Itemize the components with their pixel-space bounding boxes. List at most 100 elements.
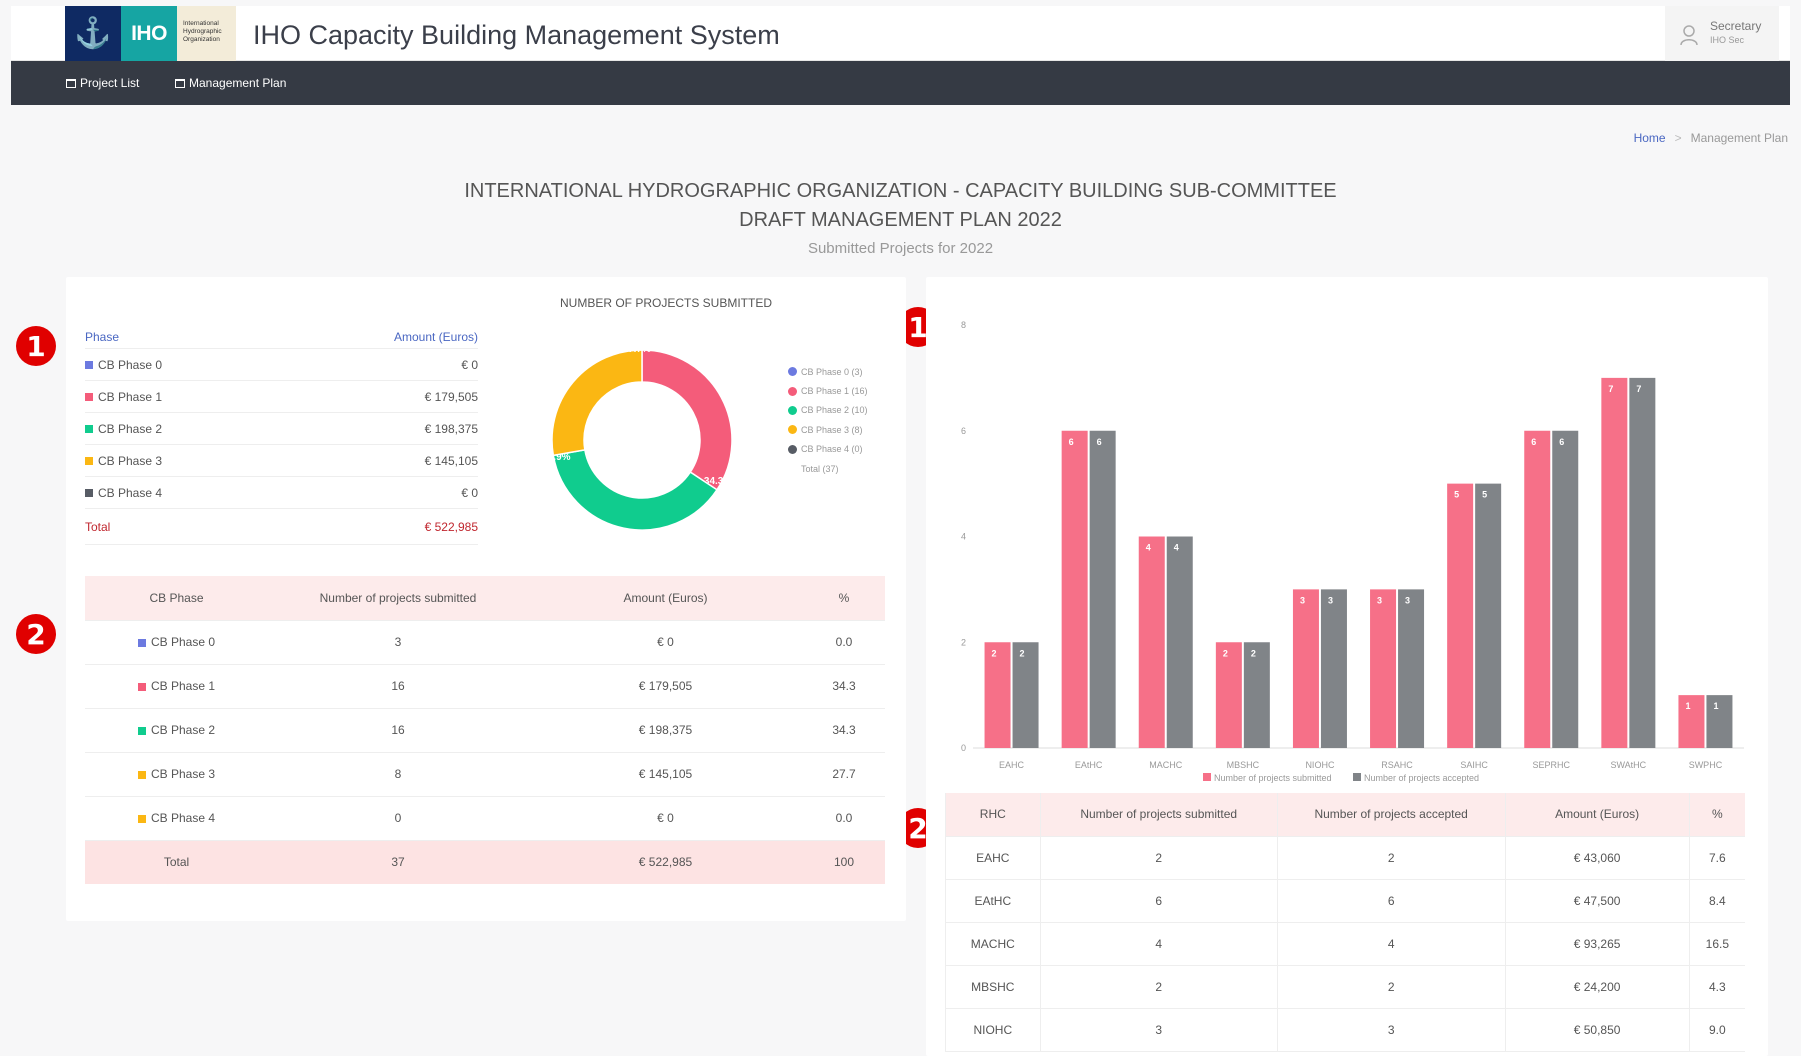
donut-slice[interactable] bbox=[551, 349, 643, 457]
iho-logo[interactable]: ⚓ IHO International Hydrographic Organiz… bbox=[65, 6, 236, 61]
phase-color-swatch bbox=[137, 682, 146, 691]
donut-chart: 34.3%37.9%27.7% bbox=[544, 344, 733, 531]
phase-color-swatch bbox=[85, 361, 93, 370]
bar-value-label: 2 bbox=[992, 648, 997, 658]
bar-accepted[interactable] bbox=[1089, 430, 1116, 748]
annotation-marker-1: 1 bbox=[16, 326, 56, 366]
user-menu[interactable]: Secretary IHO Sec bbox=[1665, 6, 1779, 61]
bar-value-label: 1 bbox=[1685, 701, 1690, 711]
total-cell: Total bbox=[85, 840, 268, 884]
rhc-pct-cell: 9.0 bbox=[1689, 1008, 1745, 1052]
bar-value-label: 6 bbox=[1559, 437, 1564, 447]
bar-submitted[interactable] bbox=[1292, 589, 1319, 748]
breadcrumb-home[interactable]: Home bbox=[1634, 131, 1666, 145]
x-tick-label: EAtHC bbox=[1075, 760, 1103, 770]
amount-cell: € 0 bbox=[528, 620, 803, 665]
rhc-rhc-cell: EAHC bbox=[945, 836, 1041, 880]
legend-item[interactable]: CB Phase 2 (10) bbox=[788, 401, 868, 420]
x-tick-label: SEPRHC bbox=[1532, 760, 1570, 770]
legend-item[interactable]: CB Phase 4 (0) bbox=[788, 440, 868, 459]
legend-item[interactable]: CB Phase 1 (16) bbox=[788, 381, 868, 400]
rhc-table-header: RHC bbox=[945, 793, 1041, 837]
bar-accepted[interactable] bbox=[1475, 483, 1502, 748]
bar-submitted[interactable] bbox=[1678, 695, 1705, 748]
calendar-icon bbox=[175, 78, 185, 88]
phase-table-header: Amount (Euros) bbox=[528, 576, 803, 621]
bar-value-label: 4 bbox=[1174, 543, 1179, 553]
bar-accepted[interactable] bbox=[1166, 536, 1193, 749]
page-caption: Submitted Projects for 2022 bbox=[807, 240, 994, 257]
bar-submitted[interactable] bbox=[1370, 589, 1397, 748]
bar-accepted[interactable] bbox=[1320, 589, 1347, 748]
phase-list-row: CB Phase 4 € 0 bbox=[85, 477, 478, 509]
y-tick-label: 2 bbox=[961, 637, 966, 647]
bar-accepted[interactable] bbox=[1012, 642, 1039, 748]
total-cell: € 522,985 bbox=[528, 840, 803, 884]
x-tick-label: MBSHC bbox=[1227, 760, 1260, 770]
donut-chart-title: NUMBER OF PROJECTS SUBMITTED bbox=[559, 296, 772, 310]
nav-project-list[interactable]: Project List bbox=[66, 61, 139, 105]
table-total-row: Total 37 € 522,985 100 bbox=[85, 840, 885, 884]
phase-list-label: CB Phase 2 bbox=[85, 422, 162, 436]
total-cell: 100 bbox=[803, 840, 885, 884]
bar-submitted[interactable] bbox=[1061, 430, 1088, 748]
bar-value-label: 3 bbox=[1300, 595, 1305, 605]
nav-management-plan[interactable]: Management Plan bbox=[175, 61, 286, 105]
table-row: CB Phase 1 16 € 179,505 34.3 bbox=[85, 664, 885, 709]
bar-value-label: 2 bbox=[1020, 648, 1025, 658]
breadcrumb: Home > Management Plan bbox=[1634, 131, 1788, 145]
donut-slice[interactable] bbox=[641, 349, 733, 491]
phase-list-label: CB Phase 3 bbox=[85, 454, 162, 468]
y-tick-label: 6 bbox=[961, 426, 966, 436]
legend-item[interactable]: CB Phase 0 (3) bbox=[788, 362, 868, 381]
bar-submitted[interactable] bbox=[1601, 377, 1628, 748]
bar-value-label: 3 bbox=[1328, 595, 1333, 605]
phase-cell: CB Phase 3 bbox=[85, 752, 268, 797]
phase-list-amount: € 0 bbox=[461, 485, 478, 500]
phase-list-row: CB Phase 3 € 145,105 bbox=[85, 445, 478, 477]
count-cell: 3 bbox=[268, 620, 528, 665]
rhc-rhc-cell: MACHC bbox=[945, 922, 1041, 966]
legend-item[interactable]: CB Phase 3 (8) bbox=[788, 420, 868, 439]
bar-accepted[interactable] bbox=[1398, 589, 1425, 748]
bar-value-label: 5 bbox=[1454, 490, 1459, 500]
percent-cell: 0.0 bbox=[803, 796, 885, 841]
rhc-table: RHC Number of projects submitted Number of… bbox=[945, 793, 1745, 1052]
bar-submitted[interactable] bbox=[984, 642, 1011, 748]
rhc-rhc-cell: MBSHC bbox=[945, 965, 1041, 1009]
phase-list-amount: € 0 bbox=[461, 357, 478, 372]
bar-submitted[interactable] bbox=[1447, 483, 1474, 748]
bar-value-label: 4 bbox=[1146, 543, 1151, 553]
rhc-submitted-cell: 6 bbox=[1040, 879, 1278, 923]
bar-accepted[interactable] bbox=[1706, 695, 1733, 748]
table-row: EAHC 2 2 € 43,060 7.6 bbox=[945, 836, 1745, 880]
donut-slice[interactable] bbox=[552, 449, 719, 531]
bar-submitted[interactable] bbox=[1138, 536, 1165, 749]
amount-cell: € 145,105 bbox=[528, 752, 803, 797]
bar-accepted[interactable] bbox=[1629, 377, 1656, 748]
rhc-accepted-cell: 2 bbox=[1277, 965, 1506, 1009]
user-name: Secretary bbox=[1710, 19, 1762, 33]
percent-cell: 34.3 bbox=[803, 664, 885, 709]
count-cell: 8 bbox=[268, 752, 528, 797]
bar-submitted[interactable] bbox=[1524, 430, 1551, 748]
bar-submitted[interactable] bbox=[1215, 642, 1242, 748]
bar-value-label: 7 bbox=[1636, 384, 1641, 394]
logo-org-name: International Hydrographic Organization bbox=[177, 6, 236, 61]
app-header: ⚓ IHO International Hydrographic Organiz… bbox=[11, 6, 1790, 61]
percent-cell: 34.3 bbox=[803, 708, 885, 753]
rhc-table-header: Number of projects submitted bbox=[1040, 793, 1278, 837]
phase-summary-card: Phase Amount (Euros) CB Phase 0 € 0 CB Pha… bbox=[66, 277, 906, 921]
legend-swatch bbox=[1203, 773, 1211, 781]
table-row: CB Phase 3 8 € 145,105 27.7 bbox=[85, 752, 885, 797]
table-row: EAtHC 6 6 € 47,500 8.4 bbox=[945, 879, 1745, 923]
rhc-amount-cell: € 93,265 bbox=[1505, 922, 1690, 966]
bar-accepted[interactable] bbox=[1552, 430, 1579, 748]
legend-label[interactable]: Number of projects accepted bbox=[1364, 773, 1479, 783]
phase-list-label: CB Phase 1 bbox=[85, 390, 162, 404]
count-cell: 16 bbox=[268, 708, 528, 753]
phase-table-header: CB Phase bbox=[85, 576, 268, 621]
bar-accepted[interactable] bbox=[1243, 642, 1270, 748]
legend-label[interactable]: Number of projects submitted bbox=[1214, 773, 1332, 783]
count-cell: 16 bbox=[268, 664, 528, 709]
